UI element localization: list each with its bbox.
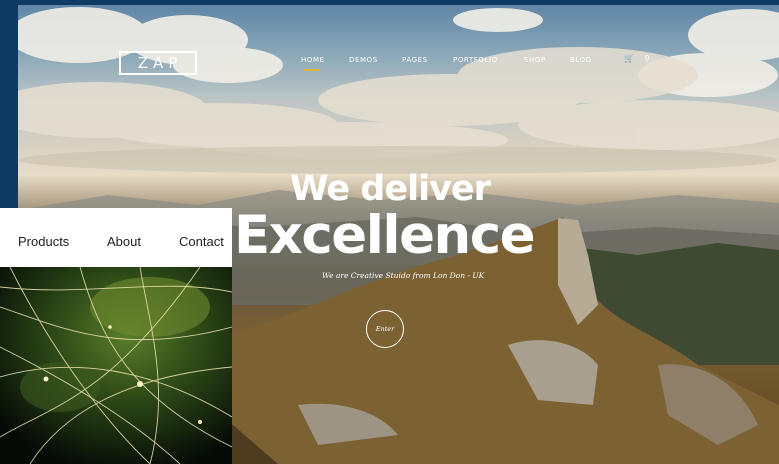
overlay-screenshot: Products About Contact <box>0 208 232 464</box>
nav-link-contact[interactable]: Contact <box>179 234 224 249</box>
search-icon[interactable]: ⚲ <box>644 54 650 63</box>
enter-button[interactable]: Enter <box>366 310 404 348</box>
nav-link-products[interactable]: Products <box>18 234 69 249</box>
nav-item-blog[interactable]: BLOG <box>570 56 592 64</box>
enter-button-label: Enter <box>375 325 395 333</box>
nav-item-shop[interactable]: SHOP <box>524 56 546 64</box>
cart-icon[interactable]: 🛒 <box>624 54 634 63</box>
hero-headline-line2: Excellence <box>234 205 536 266</box>
network-globe-image <box>0 267 232 464</box>
overlay-navbar: Products About Contact <box>0 208 232 267</box>
nav-item-home[interactable]: HOME <box>301 56 325 71</box>
hero-headline-line1: We deliver <box>290 169 491 209</box>
nav-item-portfolio[interactable]: PORTFOLIO <box>453 56 498 64</box>
site-logo[interactable]: ZAP <box>119 51 197 75</box>
nav-link-about[interactable]: About <box>107 234 141 249</box>
nav-item-pages[interactable]: PAGES <box>402 56 428 64</box>
hero-tagline: We are Creative Stuido from Lon Don - UK <box>322 271 485 280</box>
nav-item-demos[interactable]: DEMOS <box>349 56 378 64</box>
